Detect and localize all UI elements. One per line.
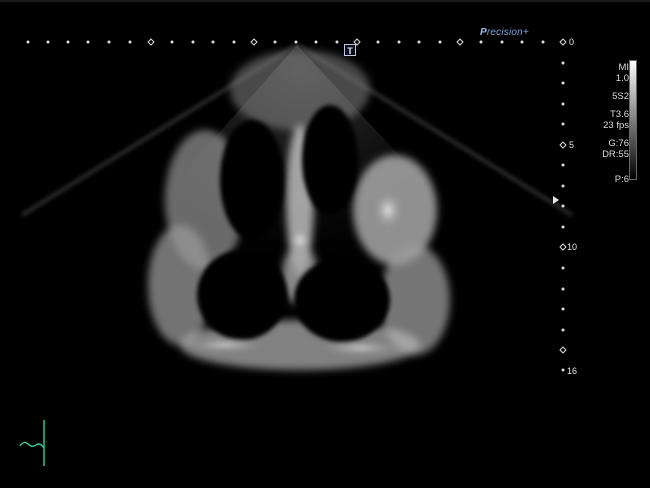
- dynamic-range-value: DR:55: [602, 149, 629, 160]
- depth-scale-ticks: [559, 38, 567, 372]
- probe-name: 5S2: [612, 91, 629, 102]
- heart-tissue: [148, 50, 450, 370]
- thermal-index: T3.6: [609, 109, 629, 120]
- depth-label-16: 16: [567, 366, 578, 376]
- power-value: P:6: [614, 174, 629, 185]
- transducer-orientation-icon: T: [344, 44, 356, 56]
- mi-label: MI: [618, 62, 629, 73]
- acquisition-parameters: MI 1.0 5S2 T3.6 23 fps G:76 DR:55 P:6: [589, 62, 629, 185]
- focus-triangle-icon[interactable]: [553, 196, 559, 204]
- mi-value: 1.0: [615, 73, 629, 84]
- depth-label-10: 10: [567, 242, 578, 252]
- ecg-trace-icon: [19, 420, 45, 466]
- lateral-scale: [26, 38, 545, 46]
- ultrasound-sector-image: [21, 38, 573, 372]
- grayscale-bar: [629, 60, 637, 180]
- depth-label-0: 0: [569, 37, 575, 47]
- frame-rate: 23 fps: [603, 120, 629, 131]
- depth-label-5: 5: [569, 140, 575, 150]
- gain-value: G:76: [608, 138, 629, 149]
